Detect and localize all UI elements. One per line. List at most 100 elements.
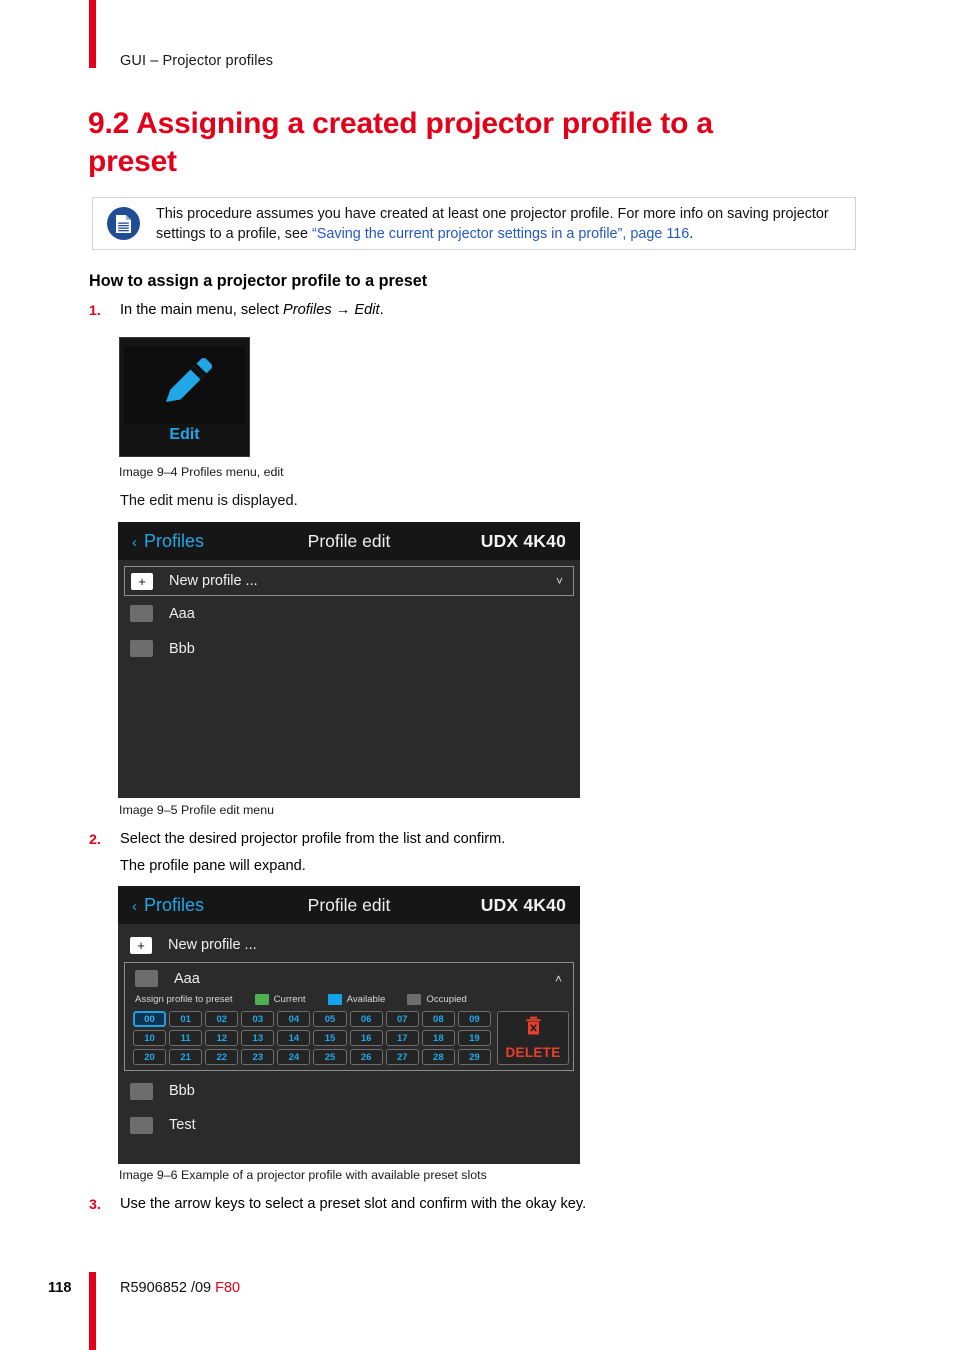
preset-slot-22[interactable]: 22 [205, 1049, 239, 1065]
step-1-menu-profiles: Profiles [283, 302, 332, 318]
step-3-text: Use the arrow keys to select a preset sl… [120, 1196, 587, 1212]
step-2-text: Select the desired projector profile fro… [120, 831, 506, 847]
preset-slot-01[interactable]: 01 [169, 1011, 203, 1027]
gui1-profile-label-aaa: Aaa [169, 605, 195, 622]
legend-item-available: Available [327, 994, 386, 1005]
preset-slot-07[interactable]: 07 [385, 1011, 419, 1027]
note-cross-reference-link[interactable]: “Saving the current projector settings i… [312, 226, 689, 242]
gui2-new-profile-row[interactable]: + New profile ... [124, 930, 574, 960]
preset-slot-29[interactable]: 29 [457, 1049, 491, 1065]
preset-slot-05[interactable]: 05 [313, 1011, 347, 1027]
header-accent-bar [89, 0, 96, 68]
footer-document-code: R5906852 /09 F80 [120, 1280, 240, 1296]
gui2-header: ‹ Profiles Profile edit UDX 4K40 [118, 886, 580, 924]
page-title: 9.2 Assigning a created projector profil… [88, 107, 713, 178]
step-1-text-lead: In the main menu, select [120, 302, 284, 318]
gui1-header: ‹ Profiles Profile edit UDX 4K40 [118, 522, 580, 560]
preset-slot-11[interactable]: 11 [169, 1030, 203, 1046]
preset-slot-18[interactable]: 18 [421, 1030, 455, 1046]
note-text: This procedure assumes you have created … [156, 205, 847, 244]
preset-slot-19[interactable]: 19 [457, 1030, 491, 1046]
gui1-profile-label-bbb: Bbb [169, 640, 195, 657]
gui2-profile-row-bbb[interactable]: Bbb [118, 1074, 580, 1108]
running-head: GUI – Projector profiles [120, 53, 274, 69]
preset-slot-06[interactable]: 06 [349, 1011, 383, 1027]
delete-profile-button[interactable]: DELETE [497, 1011, 569, 1065]
step-1-text: In the main menu, select Profiles → Edit… [120, 302, 384, 318]
gui1-profile-row-aaa[interactable]: Aaa [118, 596, 580, 631]
preset-slot-28[interactable]: 28 [421, 1049, 455, 1065]
legend-label-current: Current [273, 994, 306, 1005]
preset-slot-25[interactable]: 25 [313, 1049, 347, 1065]
gui1-new-profile-label: New profile ... [169, 573, 258, 589]
preset-slot-26[interactable]: 26 [349, 1049, 383, 1065]
step-2-number: 2. [89, 832, 101, 848]
gui1-model-label: UDX 4K40 [480, 530, 566, 551]
plus-icon: + [131, 572, 153, 590]
gui2-new-profile-label: New profile ... [168, 937, 257, 953]
profile-color-swatch [130, 640, 153, 657]
legend-chip-current [254, 994, 269, 1005]
preset-slot-08[interactable]: 08 [421, 1011, 455, 1027]
preset-slot-02[interactable]: 02 [205, 1011, 239, 1027]
preset-slot-12[interactable]: 12 [205, 1030, 239, 1046]
legend-label-occupied: Occupied [426, 994, 467, 1005]
caption-figure-9-4: Image 9–4 Profiles menu, edit [119, 465, 284, 479]
preset-slot-03[interactable]: 03 [241, 1011, 275, 1027]
assign-profile-label: Assign profile to preset [135, 994, 233, 1005]
pencil-edit-icon [124, 346, 245, 424]
preset-slot-17[interactable]: 17 [385, 1030, 419, 1046]
preset-slot-grid: 00 01 02 03 04 05 06 07 08 09 10 11 12 13 14 15 16 17 18 19… [133, 1011, 491, 1065]
plus-icon: + [130, 936, 152, 954]
profile-color-swatch [135, 970, 158, 987]
step-1-number: 1. [89, 303, 101, 319]
legend-label-available: Available [346, 994, 386, 1005]
gui2-profile-row-test[interactable]: Test [118, 1108, 580, 1142]
preset-slot-00[interactable]: 00 [133, 1011, 167, 1027]
legend-chip-available [327, 994, 342, 1005]
legend-item-occupied: Occupied [407, 994, 467, 1005]
chevron-up-icon[interactable]: ˄ [555, 972, 562, 986]
caption-figure-9-6: Image 9–6 Example of a projector profile… [119, 1168, 487, 1182]
profile-edit-screen-basic: ‹ Profiles Profile edit UDX 4K40 + New p… [118, 522, 580, 798]
preset-slot-23[interactable]: 23 [241, 1049, 275, 1065]
preset-slot-14[interactable]: 14 [277, 1030, 311, 1046]
legend-item-current: Current [254, 994, 306, 1005]
footer-accent-bar [89, 1272, 96, 1350]
profiles-menu-edit-tile[interactable]: Edit [119, 337, 250, 457]
note-text-after: . [689, 225, 694, 242]
footer-product-text: F80 [215, 1280, 241, 1296]
chevron-down-icon[interactable]: ˅ [556, 574, 563, 588]
step-2-follow-up-text: The profile pane will expand. [120, 858, 306, 874]
preset-slot-20[interactable]: 20 [133, 1049, 167, 1065]
profile-color-swatch [130, 1116, 153, 1134]
profile-edit-screen-expanded: ‹ Profiles Profile edit UDX 4K40 + New p… [118, 886, 580, 1164]
preset-legend: Assign profile to preset Current Availab… [129, 991, 569, 1008]
after-figure-1-text: The edit menu is displayed. [120, 493, 298, 509]
delete-button-label: DELETE [505, 1045, 561, 1060]
preset-slot-21[interactable]: 21 [169, 1049, 203, 1065]
preset-slot-10[interactable]: 10 [133, 1030, 167, 1046]
preset-slot-16[interactable]: 16 [349, 1030, 383, 1046]
legend-chip-occupied [407, 994, 422, 1005]
step-1-text-end: . [379, 302, 384, 318]
step-1-menu-edit: Edit [354, 302, 380, 318]
expanded-profile-header[interactable]: Aaa ˄ [129, 966, 569, 991]
gui1-new-profile-row[interactable]: + New profile ... ˅ [124, 566, 574, 596]
procedure-heading: How to assign a projector profile to a p… [89, 272, 428, 290]
note-box: This procedure assumes you have created … [92, 197, 856, 250]
preset-slot-27[interactable]: 27 [385, 1049, 419, 1065]
gui2-profile-label-test: Test [169, 1117, 196, 1133]
caption-figure-9-5: Image 9–5 Profile edit menu [119, 803, 274, 817]
profile-color-swatch [130, 605, 153, 622]
preset-slot-09[interactable]: 09 [457, 1011, 491, 1027]
preset-slot-04[interactable]: 04 [277, 1011, 311, 1027]
gui1-profile-row-bbb[interactable]: Bbb [118, 631, 580, 666]
expanded-profile-pane: Aaa ˄ Assign profile to preset Current A… [124, 962, 574, 1071]
profile-color-swatch [130, 1082, 153, 1100]
preset-slot-13[interactable]: 13 [241, 1030, 275, 1046]
preset-slot-15[interactable]: 15 [313, 1030, 347, 1046]
trash-delete-icon [525, 1016, 542, 1040]
preset-slot-24[interactable]: 24 [277, 1049, 311, 1065]
step-3-number: 3. [89, 1197, 101, 1213]
